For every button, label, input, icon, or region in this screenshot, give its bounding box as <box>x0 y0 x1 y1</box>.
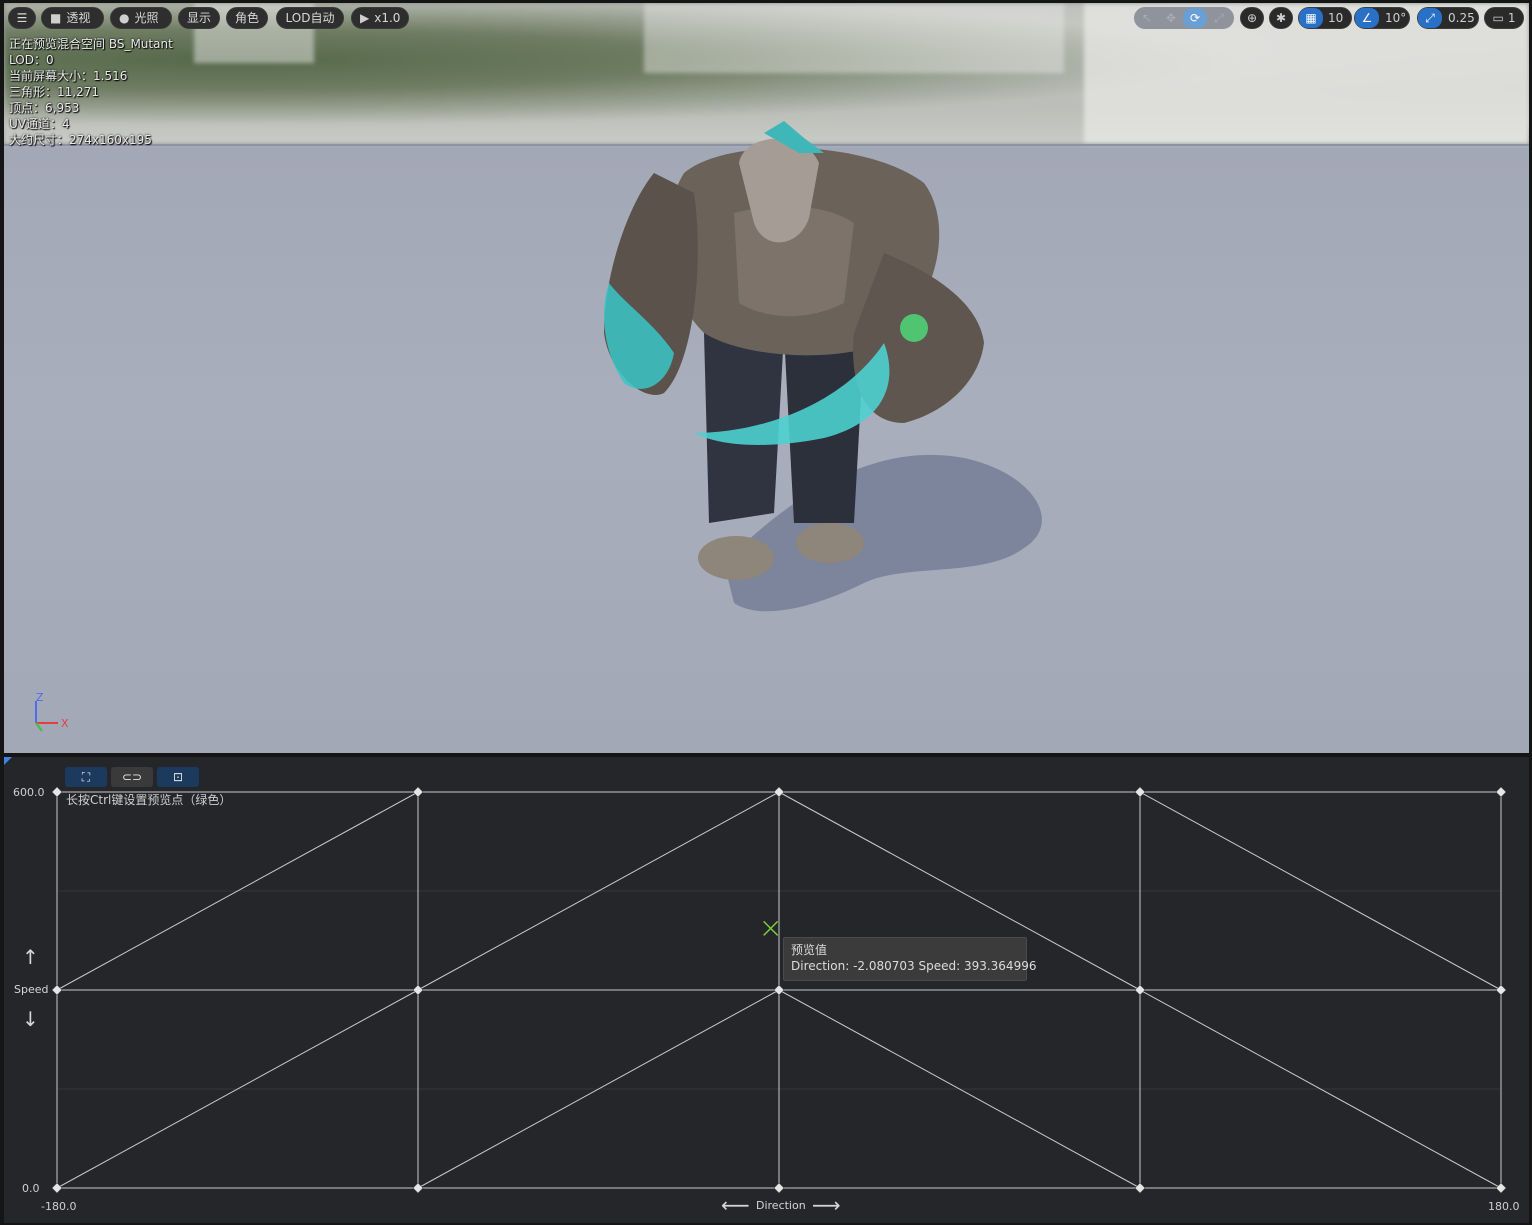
sample-point[interactable] <box>773 1182 785 1194</box>
y-max-label: 600.0 <box>13 786 45 799</box>
grid-snap-icon[interactable]: ▦ <box>1299 8 1323 28</box>
blendspace-grid[interactable] <box>4 757 1529 1223</box>
perspective-button[interactable]: ■ 透视 <box>41 7 104 29</box>
x-axis-name: Direction <box>756 1199 806 1212</box>
sample-point[interactable] <box>1134 984 1146 996</box>
show-button[interactable]: 显示 <box>178 7 220 29</box>
camera-speed-value: 1 <box>1507 11 1516 25</box>
globe-icon: ⊕ <box>1246 11 1258 25</box>
rotation-snap-value[interactable]: 10° <box>1379 11 1406 25</box>
sample-point[interactable] <box>1495 786 1507 798</box>
surface-snap-button[interactable]: ✱ <box>1269 7 1293 29</box>
sample-point[interactable] <box>1495 1182 1507 1194</box>
sample-point[interactable] <box>412 786 424 798</box>
z-axis-label: Z <box>36 693 44 704</box>
rotation-snap-icon[interactable]: ∠ <box>1355 8 1379 28</box>
translate-mode-icon[interactable]: ✥ <box>1159 8 1183 28</box>
sample-point[interactable] <box>51 984 63 996</box>
approx-size-text: 大约尺寸：274x160x195 <box>9 133 152 147</box>
lighting-button[interactable]: ● 光照 <box>110 7 172 29</box>
tooltip-title: 预览值 <box>791 943 828 957</box>
scale-snap-icon[interactable]: ⤢ <box>1418 8 1442 28</box>
uv-channels-text: UV通道：4 <box>9 117 70 131</box>
sample-point[interactable] <box>1495 984 1507 996</box>
triangles-text: 三角形：11,271 <box>9 85 99 99</box>
y-axis-name: Speed <box>14 983 49 996</box>
lighting-sphere-icon: ● <box>119 11 130 25</box>
vertices-text: 顶点：6,953 <box>9 101 80 115</box>
x-min-label: -180.0 <box>41 1200 77 1213</box>
sample-point[interactable] <box>1134 1182 1146 1194</box>
sample-point[interactable] <box>51 786 63 798</box>
sample-point[interactable] <box>1134 786 1146 798</box>
perspective-label: 透视 <box>66 11 91 25</box>
rotate-mode-icon[interactable]: ⟳ <box>1183 8 1207 28</box>
sample-point[interactable] <box>412 1182 424 1194</box>
character-button[interactable]: 角色 <box>226 7 268 29</box>
select-mode-icon[interactable]: ↖ <box>1135 8 1159 28</box>
sample-point[interactable] <box>51 1182 63 1194</box>
arrow-right-icon: ⟶ <box>812 1193 841 1217</box>
menu-button[interactable]: ☰ <box>8 7 36 29</box>
x-max-label: 180.0 <box>1488 1200 1520 1213</box>
lod-info-text: LOD：0 <box>9 53 54 67</box>
scale-snap-value[interactable]: 0.25 <box>1442 11 1475 25</box>
arrow-left-icon: ⟵ <box>721 1193 750 1217</box>
hamburger-menu-icon: ☰ <box>16 11 28 25</box>
sample-point[interactable] <box>412 984 424 996</box>
screen-size-text: 当前屏幕大小：1.516 <box>9 69 128 83</box>
arrow-up-icon: ↑ <box>22 945 39 969</box>
surface-snap-icon: ✱ <box>1275 11 1287 25</box>
cube-icon: ■ <box>50 11 62 25</box>
lod-button[interactable]: LOD自动 <box>276 7 344 29</box>
preview-viewport[interactable]: ☰ ■ 透视 ● 光照 显示 角色 LOD自动 ▶ x1.0 ↖ ✥ ⟳ ⤢ ⊕… <box>4 3 1529 753</box>
lod-label: LOD自动 <box>285 11 335 25</box>
sample-point[interactable] <box>773 786 785 798</box>
world-local-button[interactable]: ⊕ <box>1240 7 1264 29</box>
grid-snap-group: ▦ 10 <box>1298 7 1352 29</box>
preview-hint-text: 长按Ctrl键设置预览点（绿色） <box>66 793 232 807</box>
sample-point[interactable] <box>773 984 785 996</box>
transform-mode-group: ↖ ✥ ⟳ ⤢ <box>1134 7 1234 29</box>
mutant-character <box>604 121 1042 612</box>
x-axis-label: X <box>61 717 69 730</box>
scale-snap-group: ⤢ 0.25 <box>1417 7 1479 29</box>
tooltip-value: Direction: -2.080703 Speed: 393.364996 <box>791 959 1037 973</box>
scale-mode-icon[interactable]: ⤢ <box>1207 8 1231 28</box>
preview-info-text: 正在预览混合空间 BS_Mutant <box>9 37 173 51</box>
rotation-snap-group: ∠ 10° <box>1354 7 1410 29</box>
camera-speed-group[interactable]: ▭ 1 <box>1484 7 1524 29</box>
arrow-down-icon: ↓ <box>22 1007 39 1031</box>
preview-value-tooltip: 预览值 Direction: -2.080703 Speed: 393.3649… <box>783 937 1037 981</box>
grid-snap-value[interactable]: 10 <box>1323 11 1343 25</box>
camera-icon: ▭ <box>1492 11 1504 25</box>
show-label: 显示 <box>187 11 212 25</box>
character-label: 角色 <box>235 11 260 25</box>
blendspace-editor: ⛶ ⊂⊃ ⊡ 长按Ctrl键设置预览点（绿色） 600.0 0.0 -180.0… <box>4 757 1529 1223</box>
play-icon: ▶ <box>360 11 370 25</box>
play-speed-button[interactable]: ▶ x1.0 <box>351 7 409 29</box>
y-min-label: 0.0 <box>22 1182 40 1195</box>
axis-gizmo: Z X <box>35 693 69 732</box>
play-speed-label: x1.0 <box>374 11 401 25</box>
lighting-label: 光照 <box>134 11 159 25</box>
